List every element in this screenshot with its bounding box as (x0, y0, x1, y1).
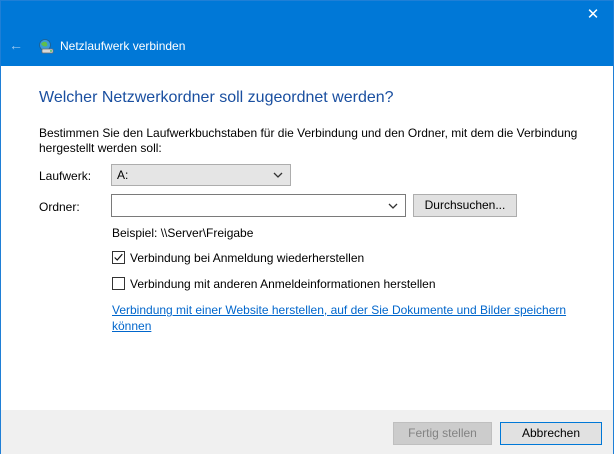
drive-letter-select[interactable]: A: (111, 164, 291, 186)
finish-button[interactable]: Fertig stellen (393, 422, 492, 445)
wizard-title: Netzlaufwerk verbinden (60, 39, 186, 53)
title-bar: ✕ ← Netzlaufwerk verbinden (1, 1, 613, 66)
back-button[interactable]: ← (9, 37, 25, 53)
network-drive-icon (39, 39, 54, 54)
reconnect-label: Verbindung bei Anmeldung wiederherstelle… (130, 251, 365, 265)
other-credentials-checkbox[interactable] (112, 277, 125, 290)
other-credentials-label: Verbindung mit anderen Anmeldeinformatio… (130, 277, 436, 291)
close-button[interactable]: ✕ (583, 5, 603, 25)
map-network-drive-dialog: ✕ ← Netzlaufwerk verbinden Welcher Netzw… (0, 0, 614, 454)
content-area: Welcher Netzwerkordner soll zugeordnet w… (1, 66, 613, 410)
instruction-text: Bestimmen Sie den Laufwerkbuchstaben für… (39, 126, 578, 155)
website-link[interactable]: Verbindung mit einer Website herstellen,… (112, 302, 582, 334)
page-heading: Welcher Netzwerkordner soll zugeordnet w… (39, 89, 394, 106)
folder-input[interactable] (111, 194, 406, 217)
drive-letter-value: A: (117, 168, 129, 182)
example-text: Beispiel: \\Server\Freigabe (112, 226, 254, 240)
drive-label: Laufwerk: (39, 169, 92, 183)
chevron-down-icon (273, 172, 283, 178)
browse-button[interactable]: Durchsuchen... (413, 194, 517, 217)
checkmark-icon (114, 253, 123, 261)
chevron-down-icon[interactable] (387, 199, 399, 213)
footer-bar: Fertig stellen Abbrechen (1, 410, 613, 454)
folder-label: Ordner: (39, 200, 80, 214)
cancel-button[interactable]: Abbrechen (500, 422, 602, 445)
reconnect-checkbox[interactable] (112, 251, 125, 264)
